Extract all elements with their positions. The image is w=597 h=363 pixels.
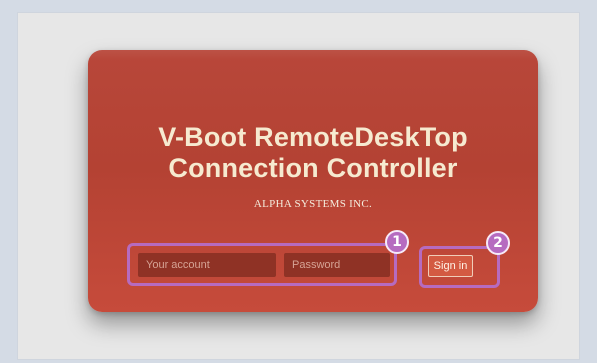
credentials-highlight bbox=[127, 243, 397, 286]
app-title: V-Boot RemoteDeskTop Connection Controll… bbox=[88, 122, 538, 184]
app-title-line-1: V-Boot RemoteDeskTop bbox=[158, 122, 468, 152]
step-1-badge: 1 bbox=[385, 230, 409, 254]
sign-in-highlight bbox=[419, 246, 500, 288]
app-title-line-2: Connection Controller bbox=[168, 153, 458, 183]
company-name: ALPHA SYSTEMS INC. bbox=[253, 198, 373, 210]
step-2-badge: 2 bbox=[486, 231, 510, 255]
